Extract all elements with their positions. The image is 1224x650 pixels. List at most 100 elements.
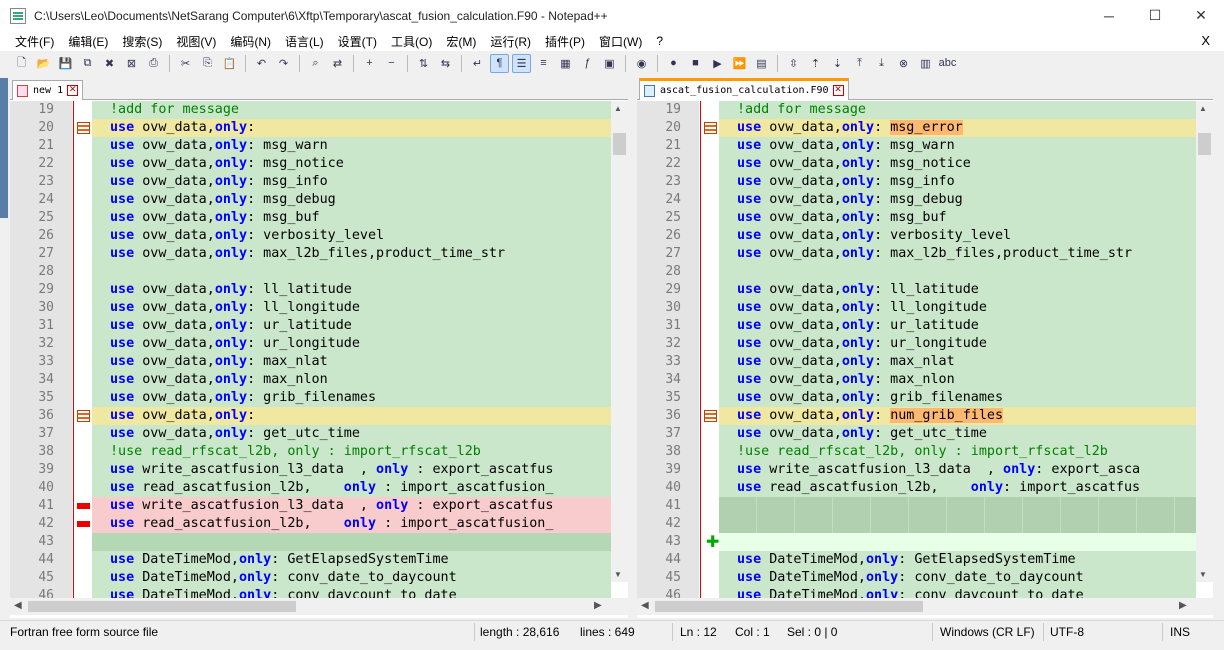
line-number: 35 — [665, 390, 681, 405]
stop-macro-icon[interactable]: ■ — [686, 54, 705, 73]
zoom-in-icon[interactable]: + — [360, 54, 379, 73]
redo-icon[interactable]: ↷ — [274, 54, 293, 73]
code-token: ovw_data, — [142, 300, 215, 315]
menu-macro[interactable]: 宏(M) — [439, 33, 483, 50]
folder-workspace-icon[interactable]: ▣ — [600, 54, 619, 73]
scroll-down-icon[interactable]: ▼ — [1199, 570, 1207, 579]
spellcheck-icon[interactable]: abc — [938, 54, 957, 73]
code-token: : msg_warn — [247, 138, 328, 153]
keyword-token: use — [110, 228, 143, 243]
right-vertical-scrollbar[interactable]: ▲ ▼ — [1196, 101, 1213, 582]
play-macro-icon[interactable]: ▶ — [708, 54, 727, 73]
save-macro-icon[interactable]: ▤ — [752, 54, 771, 73]
code-text: use ovw_data,only: ur_latitude — [737, 317, 979, 335]
next-diff-icon[interactable]: ⇣ — [828, 54, 847, 73]
left-horizontal-scrollbar[interactable]: ◀ ▶ — [10, 598, 628, 615]
code-text: use ovw_data,only: max_l2b_files,product… — [110, 245, 505, 263]
indent-guide-icon[interactable]: ☰ — [512, 53, 531, 73]
cut-icon[interactable]: ✂ — [176, 54, 195, 73]
record-macro-icon[interactable]: ● — [664, 54, 683, 73]
code-token: : msg_info — [874, 174, 955, 189]
code-token: DateTimeMod, — [769, 588, 866, 598]
scroll-up-icon[interactable]: ▲ — [1199, 104, 1207, 113]
left-vscroll-thumb[interactable] — [613, 133, 626, 155]
menu-search[interactable]: 搜索(S) — [115, 33, 169, 50]
menu-file[interactable]: 文件(F) — [8, 33, 61, 50]
notepad-app-icon — [10, 7, 26, 24]
tab-close-icon[interactable]: ✕ — [67, 85, 79, 96]
minimize-button[interactable]: ─ — [1086, 0, 1132, 31]
pane-splitter[interactable] — [628, 78, 636, 620]
tab-close-icon[interactable]: ✕ — [832, 85, 844, 96]
run-macro-multiple-icon[interactable]: ⏩ — [730, 54, 749, 73]
code-line: 38 !use read_rfscat_l2b, only : import_rf… — [637, 443, 1196, 461]
open-file-icon[interactable]: 📂 — [34, 54, 53, 73]
right-code-editor[interactable]: 19 !add for message 20 use ovw_data,only: m… — [637, 101, 1196, 598]
first-diff-icon[interactable]: ⤒ — [850, 54, 869, 73]
line-number: 40 — [38, 480, 54, 495]
show-all-chars-icon[interactable]: ¶ — [490, 53, 509, 73]
keyword-token: only — [214, 282, 248, 297]
status-length: length : 28,616 — [480, 625, 560, 639]
close-window-button[interactable]: ✕ — [1178, 0, 1224, 31]
code-text: use ovw_data,only: max_l2b_files,product… — [737, 245, 1132, 263]
paste-icon[interactable]: 📋 — [220, 54, 239, 73]
clear-compare-icon[interactable]: ⊗ — [894, 54, 913, 73]
left-code-editor[interactable]: 19 !add for message 20 use ovw_data,only: 21… — [10, 101, 611, 598]
doc-map-icon[interactable]: ▦ — [556, 54, 575, 73]
keyword-token: only — [970, 480, 1004, 495]
right-horizontal-scrollbar[interactable]: ◀ ▶ — [637, 598, 1213, 615]
language-icon[interactable]: ≡ — [534, 54, 553, 73]
scroll-left-icon[interactable]: ◀ — [14, 600, 22, 611]
replace-icon[interactable]: ⇄ — [328, 54, 347, 73]
navigation-bar-icon[interactable]: ▥ — [916, 54, 935, 73]
menu-tools[interactable]: 工具(O) — [384, 33, 439, 50]
print-icon[interactable]: ⎙ — [144, 54, 163, 73]
compare-icon[interactable]: ⇳ — [784, 54, 803, 73]
save-icon[interactable]: 💾 — [56, 54, 75, 73]
left-vertical-scrollbar[interactable]: ▲ ▼ — [611, 101, 628, 582]
sync-vertical-icon[interactable]: ⇅ — [414, 54, 433, 73]
left-hscroll-thumb[interactable] — [28, 601, 296, 612]
new-file-icon[interactable]: 🗋 — [12, 54, 31, 73]
toolbar-separator — [777, 54, 778, 72]
code-line: 28 — [10, 263, 611, 281]
scroll-down-icon[interactable]: ▼ — [614, 570, 622, 579]
code-line: 42 use read_ascatfusion_l2b, only : impor… — [10, 515, 611, 533]
zoom-out-icon[interactable]: − — [382, 54, 401, 73]
scroll-right-icon[interactable]: ▶ — [594, 600, 602, 611]
sync-horizontal-icon[interactable]: ⇆ — [436, 54, 455, 73]
find-icon[interactable]: ⌕ — [306, 54, 325, 73]
menu-language[interactable]: 语言(L) — [278, 33, 331, 50]
function-list-icon[interactable]: ƒ — [578, 54, 597, 73]
monitor-icon[interactable]: ◉ — [632, 54, 651, 73]
scroll-right-icon[interactable]: ▶ — [1179, 600, 1187, 611]
close-document-button[interactable]: X — [1201, 33, 1210, 48]
menu-edit[interactable]: 编辑(E) — [61, 33, 115, 50]
right-vscroll-thumb[interactable] — [1198, 133, 1211, 155]
menu-plugins[interactable]: 插件(P) — [538, 33, 592, 50]
menu-settings[interactable]: 设置(T) — [331, 33, 384, 50]
keyword-token: only — [214, 192, 248, 207]
prev-diff-icon[interactable]: ⇡ — [806, 54, 825, 73]
close-icon[interactable]: ✖ — [100, 54, 119, 73]
tab-new-1[interactable]: new 1 ✕ — [12, 80, 84, 100]
last-diff-icon[interactable]: ⤓ — [872, 54, 891, 73]
right-hscroll-thumb[interactable] — [655, 601, 923, 612]
word-wrap-icon[interactable]: ↵ — [468, 54, 487, 73]
copy-icon[interactable]: ⎘ — [198, 54, 217, 73]
code-token: : export_asca — [1035, 462, 1141, 477]
menu-encoding[interactable]: 编码(N) — [223, 33, 278, 50]
close-all-icon[interactable]: ⊠ — [122, 54, 141, 73]
undo-icon[interactable]: ↶ — [252, 54, 271, 73]
save-all-icon[interactable]: ⧉ — [78, 54, 97, 73]
tab-ascat-fusion-calculation[interactable]: ascat_fusion_calculation.F90 ✕ — [639, 78, 849, 100]
menu-window[interactable]: 窗口(W) — [592, 33, 649, 50]
scroll-left-icon[interactable]: ◀ — [641, 600, 649, 611]
menu-run[interactable]: 运行(R) — [483, 33, 538, 50]
changed-line-icon — [77, 122, 90, 134]
menu-view[interactable]: 视图(V) — [169, 33, 223, 50]
scroll-up-icon[interactable]: ▲ — [614, 104, 622, 113]
menu-help[interactable]: ? — [649, 34, 670, 48]
maximize-button[interactable]: ☐ — [1132, 0, 1178, 31]
